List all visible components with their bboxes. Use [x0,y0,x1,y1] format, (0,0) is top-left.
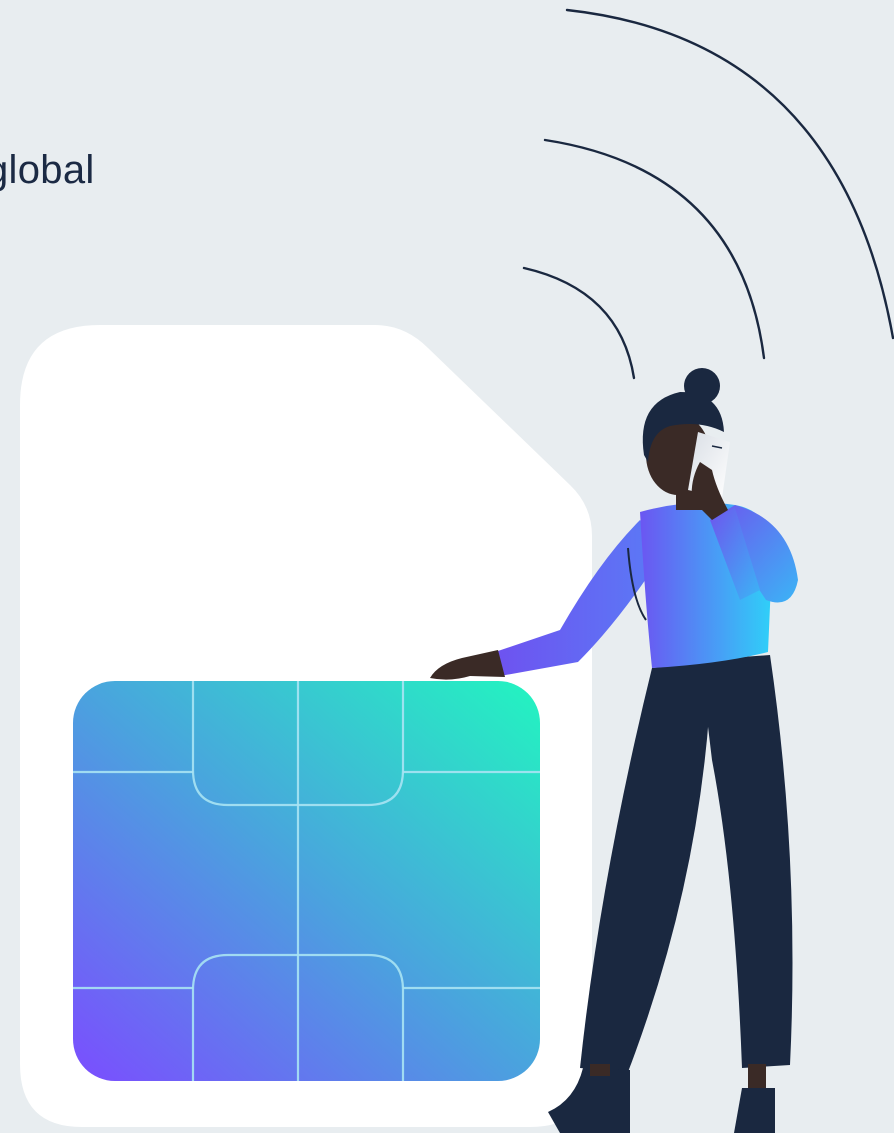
sim-chip-icon [73,681,540,1081]
signal-waves-icon [522,8,894,380]
person-leg-back [700,655,793,1068]
hero-illustration [20,8,894,1133]
person-leg-front [580,662,712,1072]
person-ankle-back [748,1064,766,1088]
person-shoe-back [734,1088,775,1133]
person-ankle-front [590,1064,610,1076]
signal-wave-medium [543,138,766,360]
hero-stage: global [0,0,894,1133]
sim-chip-plate [73,681,540,1081]
person-hair-bun [684,368,720,404]
signal-wave-large [565,8,894,340]
signal-wave-small [522,266,636,380]
